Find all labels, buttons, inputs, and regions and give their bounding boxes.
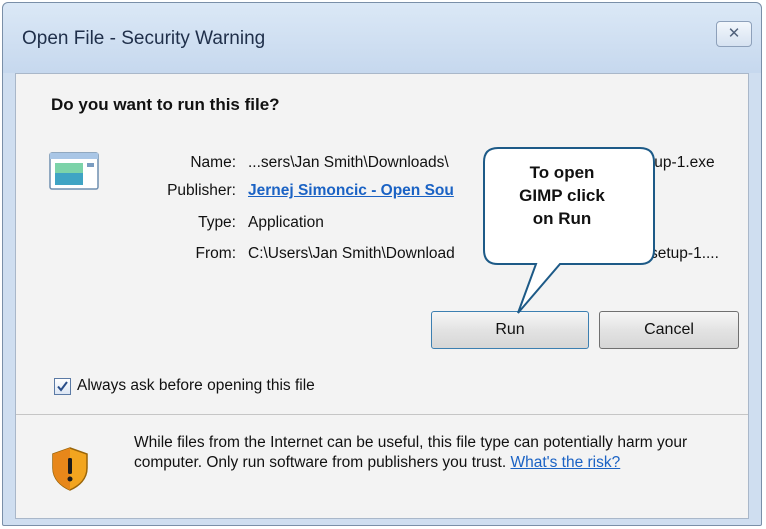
dialog-body: Do you want to run this file? Name: ...s…	[15, 73, 749, 519]
cancel-button[interactable]: Cancel	[599, 311, 739, 349]
callout-line: To open	[529, 163, 595, 182]
callout-text: To open GIMP click on Run	[488, 161, 636, 230]
divider	[16, 414, 748, 415]
type-value: Application	[248, 214, 324, 231]
run-button[interactable]: Run	[431, 311, 589, 349]
from-value-tail: setup-1....	[650, 245, 719, 262]
shield-warning-icon	[52, 447, 88, 491]
warning-message: While files from the Internet can be use…	[134, 433, 734, 473]
security-warning-dialog: Open File - Security Warning ✕ Do you wa…	[2, 2, 762, 526]
title-bar[interactable]: Open File - Security Warning ✕	[3, 3, 761, 73]
close-icon: ✕	[727, 25, 741, 42]
name-value: ...sers\Jan Smith\Downloads\	[248, 154, 449, 171]
always-ask-label: Always ask before opening this file	[77, 377, 315, 394]
publisher-label: Publisher:	[167, 182, 236, 199]
callout-line: on Run	[532, 209, 592, 228]
dialog-question: Do you want to run this file?	[51, 95, 280, 114]
publisher-link[interactable]: Jernej Simoncic - Open Sou	[248, 182, 454, 200]
type-label: Type:	[198, 214, 236, 231]
callout-line: GIMP click	[519, 186, 605, 205]
always-ask-option[interactable]: Always ask before opening this file	[54, 377, 315, 395]
whats-the-risk-link[interactable]: What's the risk?	[510, 454, 620, 471]
checkmark-icon	[57, 380, 68, 392]
name-label: Name:	[190, 154, 236, 171]
close-button[interactable]: ✕	[716, 21, 752, 47]
name-value-tail: tup-1.exe	[650, 154, 715, 171]
window-title: Open File - Security Warning	[22, 28, 266, 49]
file-icon	[49, 152, 99, 190]
from-label: From:	[195, 245, 236, 262]
from-value: C:\Users\Jan Smith\Download	[248, 245, 455, 262]
always-ask-checkbox[interactable]	[54, 377, 71, 395]
